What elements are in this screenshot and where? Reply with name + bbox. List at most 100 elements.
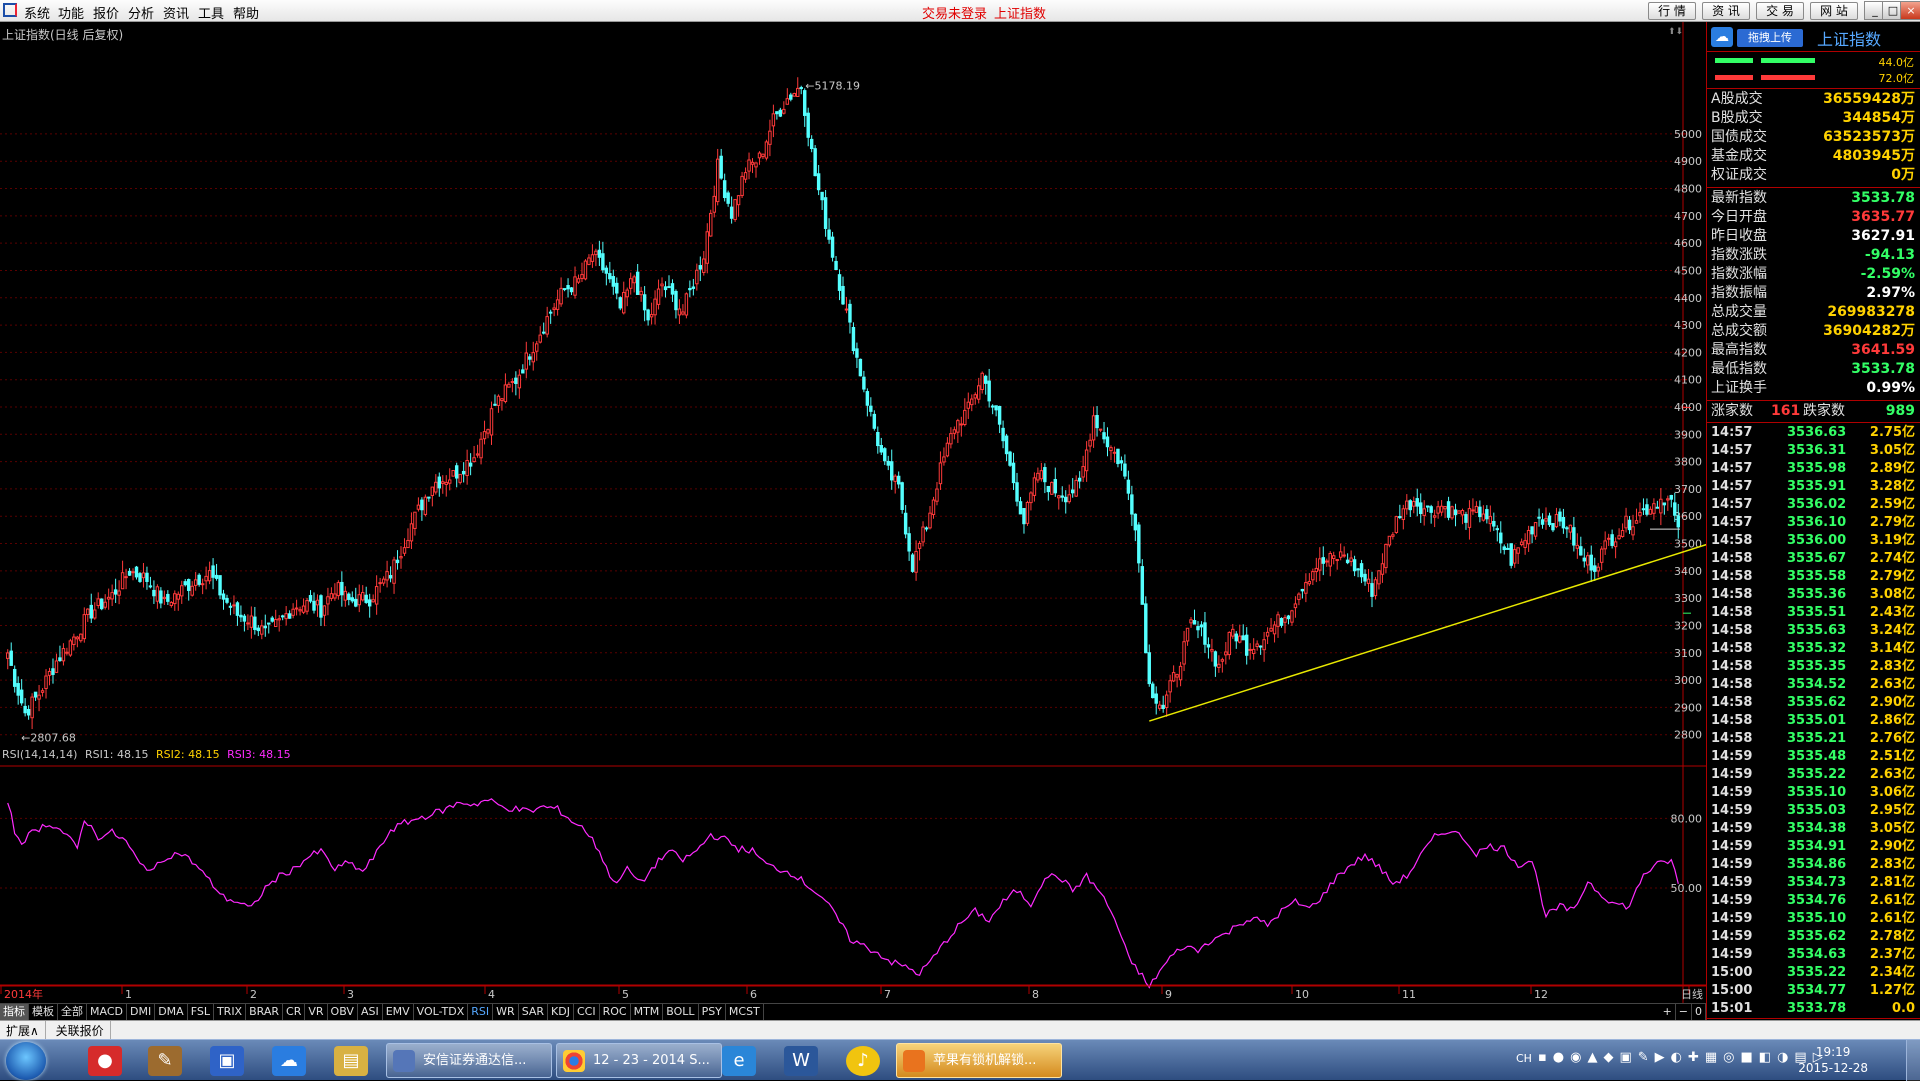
menu-news[interactable]: 资讯	[163, 3, 189, 22]
candle[interactable]	[1244, 634, 1249, 656]
candle[interactable]	[1373, 579, 1378, 597]
candle[interactable]	[1272, 624, 1277, 635]
candle[interactable]	[524, 352, 529, 370]
candle[interactable]	[1311, 571, 1315, 581]
baidu-cloud-icon[interactable]: ☁	[1711, 27, 1733, 47]
candle[interactable]	[970, 398, 974, 406]
candle[interactable]	[775, 111, 779, 115]
candle[interactable]	[427, 496, 431, 499]
candle[interactable]	[1509, 543, 1513, 566]
candle[interactable]	[601, 253, 605, 271]
close-button[interactable]: ×	[1900, 1, 1920, 20]
indicator-tab[interactable]: KDJ	[548, 1004, 574, 1020]
candle[interactable]	[1251, 648, 1256, 655]
candle[interactable]	[361, 592, 365, 601]
candle[interactable]	[649, 314, 654, 318]
candle[interactable]	[1512, 549, 1517, 564]
candle[interactable]	[1046, 485, 1051, 493]
candle[interactable]	[93, 609, 97, 619]
candle[interactable]	[1091, 415, 1096, 441]
candle[interactable]	[1133, 513, 1138, 531]
candle[interactable]	[872, 413, 877, 429]
menu-system[interactable]: 系统	[24, 3, 50, 22]
expand-toggle[interactable]: 扩展∧	[0, 1021, 46, 1040]
candle[interactable]	[900, 482, 904, 510]
candle[interactable]	[61, 648, 66, 662]
candle[interactable]	[19, 689, 24, 704]
candle[interactable]	[1157, 704, 1162, 709]
tabbar-control[interactable]: +	[1660, 1004, 1676, 1020]
menu-analysis[interactable]: 分析	[128, 3, 154, 22]
candle[interactable]	[917, 542, 922, 549]
candle[interactable]	[1613, 541, 1618, 548]
candle[interactable]	[340, 581, 344, 596]
candle[interactable]	[768, 130, 772, 145]
candle[interactable]	[434, 481, 438, 493]
candle[interactable]	[1547, 515, 1552, 526]
candle[interactable]	[1412, 501, 1416, 507]
candle[interactable]	[169, 601, 174, 606]
candle[interactable]	[350, 597, 355, 602]
candle[interactable]	[1359, 563, 1364, 578]
candle[interactable]	[865, 391, 870, 406]
candle[interactable]	[1366, 578, 1371, 584]
candle[interactable]	[1676, 515, 1680, 528]
candle[interactable]	[106, 596, 111, 600]
candle[interactable]	[1387, 535, 1392, 546]
candle[interactable]	[475, 453, 480, 456]
indicator-tab[interactable]: VOL-TDX	[414, 1004, 469, 1020]
candle[interactable]	[1349, 557, 1353, 562]
candle[interactable]	[496, 395, 501, 406]
candle[interactable]	[973, 394, 977, 399]
candle[interactable]	[472, 457, 476, 463]
candle[interactable]	[1464, 514, 1468, 523]
candle[interactable]	[983, 375, 988, 384]
candle[interactable]	[482, 431, 487, 440]
candle[interactable]	[1568, 524, 1573, 533]
candle[interactable]	[1478, 506, 1482, 518]
candle[interactable]	[879, 445, 884, 453]
candle[interactable]	[1572, 527, 1576, 546]
candle[interactable]	[413, 511, 417, 529]
candle[interactable]	[802, 90, 807, 116]
candle[interactable]	[893, 475, 897, 482]
candle[interactable]	[23, 705, 27, 714]
candle[interactable]	[141, 572, 146, 579]
trade-button[interactable]: 交 易	[1756, 2, 1804, 20]
candle[interactable]	[935, 488, 939, 502]
candle[interactable]	[1192, 620, 1197, 625]
candle[interactable]	[280, 615, 285, 618]
candle[interactable]	[1126, 479, 1131, 494]
candle[interactable]	[1064, 496, 1068, 503]
candle[interactable]	[990, 405, 995, 408]
candle[interactable]	[1422, 508, 1426, 516]
candle[interactable]	[1415, 498, 1419, 507]
candle[interactable]	[1161, 704, 1165, 709]
candle[interactable]	[1436, 506, 1440, 514]
candle[interactable]	[138, 573, 142, 582]
candle[interactable]	[1199, 624, 1204, 628]
indicator-tab[interactable]: DMA	[155, 1004, 188, 1020]
candle[interactable]	[1001, 427, 1005, 442]
candle[interactable]	[1050, 482, 1054, 495]
candle[interactable]	[1297, 593, 1301, 601]
candle[interactable]	[1116, 448, 1120, 465]
folder-icon[interactable]: ▤	[334, 1046, 368, 1076]
candle[interactable]	[1408, 500, 1412, 511]
candle[interactable]	[180, 585, 184, 597]
indicator-tab[interactable]: WR	[493, 1004, 519, 1020]
candle[interactable]	[1025, 501, 1030, 524]
candle[interactable]	[977, 385, 981, 400]
candle[interactable]	[841, 285, 845, 305]
website-button[interactable]: 网 站	[1810, 2, 1858, 20]
candle[interactable]	[1084, 449, 1089, 472]
indicator-tab[interactable]: BOLL	[663, 1004, 699, 1020]
candle[interactable]	[1405, 500, 1409, 510]
candle[interactable]	[166, 593, 170, 602]
candle[interactable]	[844, 308, 849, 311]
candle[interactable]	[1022, 508, 1026, 525]
candle[interactable]	[1599, 548, 1604, 563]
candle[interactable]	[329, 593, 334, 599]
indicator-tab[interactable]: MTM	[631, 1004, 664, 1020]
candle[interactable]	[430, 486, 435, 496]
